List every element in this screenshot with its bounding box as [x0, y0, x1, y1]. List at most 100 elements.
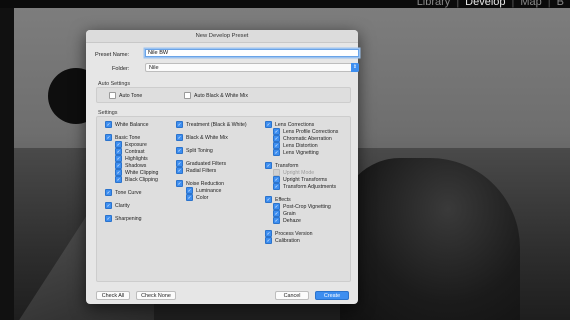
checkbox-lens-distortion[interactable]: ✓ Lens Distortion — [273, 142, 318, 149]
checkbox-grain[interactable]: ✓ Grain — [273, 210, 296, 217]
checkmark-icon: ✓ — [273, 149, 280, 156]
checkmark-icon: ✓ — [273, 176, 280, 183]
checkbox-label: Chromatic Aberration — [283, 135, 332, 142]
checkmark-icon: ✓ — [265, 162, 272, 169]
checkbox-label: Treatment (Black & White) — [186, 121, 247, 128]
checkbox-tone-curve[interactable]: ✓ Tone Curve — [105, 189, 142, 196]
checkmark-icon: ✓ — [105, 134, 112, 141]
module-develop[interactable]: Develop — [459, 0, 511, 8]
checkmark-icon: ✓ — [265, 121, 272, 128]
checkbox-luminance[interactable]: ✓ Luminance — [186, 187, 221, 194]
checkbox-label: Process Version — [275, 230, 313, 237]
preset-name-input[interactable] — [145, 49, 359, 57]
checkbox-label: Black & White Mix — [186, 134, 228, 141]
module-map[interactable]: Map — [514, 0, 547, 8]
checkbox-upright-mode: Upright Mode — [273, 169, 314, 176]
checkbox-effects[interactable]: ✓ Effects — [265, 196, 291, 203]
preset-name-row: Preset Name: — [95, 49, 359, 59]
checkbox-white-balance[interactable]: ✓ White Balance — [105, 121, 148, 128]
checkbox-shadows[interactable]: ✓ Shadows — [115, 162, 146, 169]
checkmark-icon: ✓ — [176, 134, 183, 141]
checkbox-clarity[interactable]: ✓ Clarity — [105, 202, 130, 209]
checkbox-sharpening[interactable]: ✓ Sharpening — [105, 215, 142, 222]
module-library[interactable]: Library — [411, 0, 457, 8]
checkmark-icon: ✓ — [186, 187, 193, 194]
checkmark-icon: ✓ — [273, 217, 280, 224]
checkbox-highlights[interactable]: ✓ Highlights — [115, 155, 148, 162]
create-button[interactable]: Create — [315, 291, 349, 300]
checkmark-icon: ✓ — [273, 183, 280, 190]
cancel-button[interactable]: Cancel — [275, 291, 309, 300]
checkbox-treatment[interactable]: ✓ Treatment (Black & White) — [176, 121, 247, 128]
checkbox-label: Exposure — [125, 141, 147, 148]
checkmark-icon: ✓ — [115, 169, 122, 176]
checkbox-lens-corrections[interactable]: ✓ Lens Corrections — [265, 121, 314, 128]
checkbox-icon — [109, 92, 116, 99]
checkbox-color[interactable]: ✓ Color — [186, 194, 208, 201]
checkbox-label: Black Clipping — [125, 176, 158, 183]
checkmark-icon: ✓ — [115, 162, 122, 169]
checkbox-auto-tone[interactable]: Auto Tone — [109, 92, 142, 99]
checkbox-label: Radial Filters — [186, 167, 217, 174]
checkbox-dehaze[interactable]: ✓ Dehaze — [273, 217, 301, 224]
checkmark-icon: ✓ — [115, 176, 122, 183]
check-none-button[interactable]: Check None — [136, 291, 176, 300]
checkmark-icon: ✓ — [273, 128, 280, 135]
checkbox-label: Luminance — [196, 187, 222, 194]
folder-select[interactable]: Nile ⇕ — [145, 63, 359, 72]
checkbox-contrast[interactable]: ✓ Contrast — [115, 148, 145, 155]
checkbox-label: Effects — [275, 196, 291, 203]
checkmark-icon: ✓ — [265, 230, 272, 237]
checkbox-label: Clarity — [115, 202, 130, 209]
checkbox-white-clipping[interactable]: ✓ White Clipping — [115, 169, 158, 176]
checkbox-exposure[interactable]: ✓ Exposure — [115, 141, 147, 148]
checkbox-transform[interactable]: ✓ Transform — [265, 162, 298, 169]
checkbox-label: Grain — [283, 210, 296, 217]
checkbox-label: Lens Distortion — [283, 142, 318, 149]
checkbox-label: White Balance — [115, 121, 149, 128]
checkbox-calibration[interactable]: ✓ Calibration — [265, 237, 300, 244]
checkmark-icon: ✓ — [176, 160, 183, 167]
checkbox-auto-bw-mix[interactable]: Auto Black & White Mix — [184, 92, 248, 99]
checkmark-icon: ✓ — [273, 203, 280, 210]
checkbox-label: Post-Crop Vignetting — [283, 203, 331, 210]
checkmark-icon: ✓ — [105, 121, 112, 128]
checkbox-label: Basic Tone — [115, 134, 141, 141]
chevron-updown-icon: ⇕ — [351, 63, 359, 72]
checkbox-radial-filters[interactable]: ✓ Radial Filters — [176, 167, 216, 174]
checkbox-graduated-filters[interactable]: ✓ Graduated Filters — [176, 160, 226, 167]
checkbox-noise-reduction[interactable]: ✓ Noise Reduction — [176, 180, 224, 187]
checkbox-label: Upright Transforms — [283, 176, 328, 183]
module-picker: Library | Develop | Map | B — [411, 0, 570, 8]
top-bar: Library | Develop | Map | B — [0, 0, 570, 8]
check-all-button[interactable]: Check All — [96, 291, 130, 300]
checkbox-label: Auto Black & White Mix — [194, 92, 248, 99]
checkbox-label: Lens Corrections — [275, 121, 315, 128]
checkmark-icon: ✓ — [176, 147, 183, 154]
checkbox-lens-vignetting[interactable]: ✓ Lens Vignetting — [273, 149, 319, 156]
module-book[interactable]: B — [551, 0, 570, 8]
checkbox-label: Color — [196, 194, 209, 201]
checkbox-upright-transforms[interactable]: ✓ Upright Transforms — [273, 176, 327, 183]
checkbox-basic-tone[interactable]: ✓ Basic Tone — [105, 134, 140, 141]
checkbox-lens-profile-corrections[interactable]: ✓ Lens Profile Corrections — [273, 128, 338, 135]
checkbox-label: Upright Mode — [283, 169, 315, 176]
dialog-title: New Develop Preset — [86, 30, 358, 43]
checkmark-icon: ✓ — [273, 135, 280, 142]
checkbox-black-clipping[interactable]: ✓ Black Clipping — [115, 176, 158, 183]
checkmark-icon: ✓ — [176, 167, 183, 174]
checkbox-label: Auto Tone — [119, 92, 143, 99]
checkbox-split-toning[interactable]: ✓ Split Toning — [176, 147, 213, 154]
checkbox-transform-adjustments[interactable]: ✓ Transform Adjustments — [273, 183, 336, 190]
checkmark-icon: ✓ — [265, 196, 272, 203]
checkmark-icon: ✓ — [105, 202, 112, 209]
checkbox-post-crop-vignetting[interactable]: ✓ Post-Crop Vignetting — [273, 203, 331, 210]
checkmark-icon: ✓ — [115, 141, 122, 148]
checkbox-label: White Clipping — [125, 169, 159, 176]
checkbox-chromatic-aberration[interactable]: ✓ Chromatic Aberration — [273, 135, 332, 142]
checkbox-label: Transform Adjustments — [283, 183, 337, 190]
checkbox-label: Shadows — [125, 162, 147, 169]
checkmark-icon: ✓ — [273, 210, 280, 217]
checkbox-bw-mix[interactable]: ✓ Black & White Mix — [176, 134, 228, 141]
checkbox-process-version[interactable]: ✓ Process Version — [265, 230, 312, 237]
